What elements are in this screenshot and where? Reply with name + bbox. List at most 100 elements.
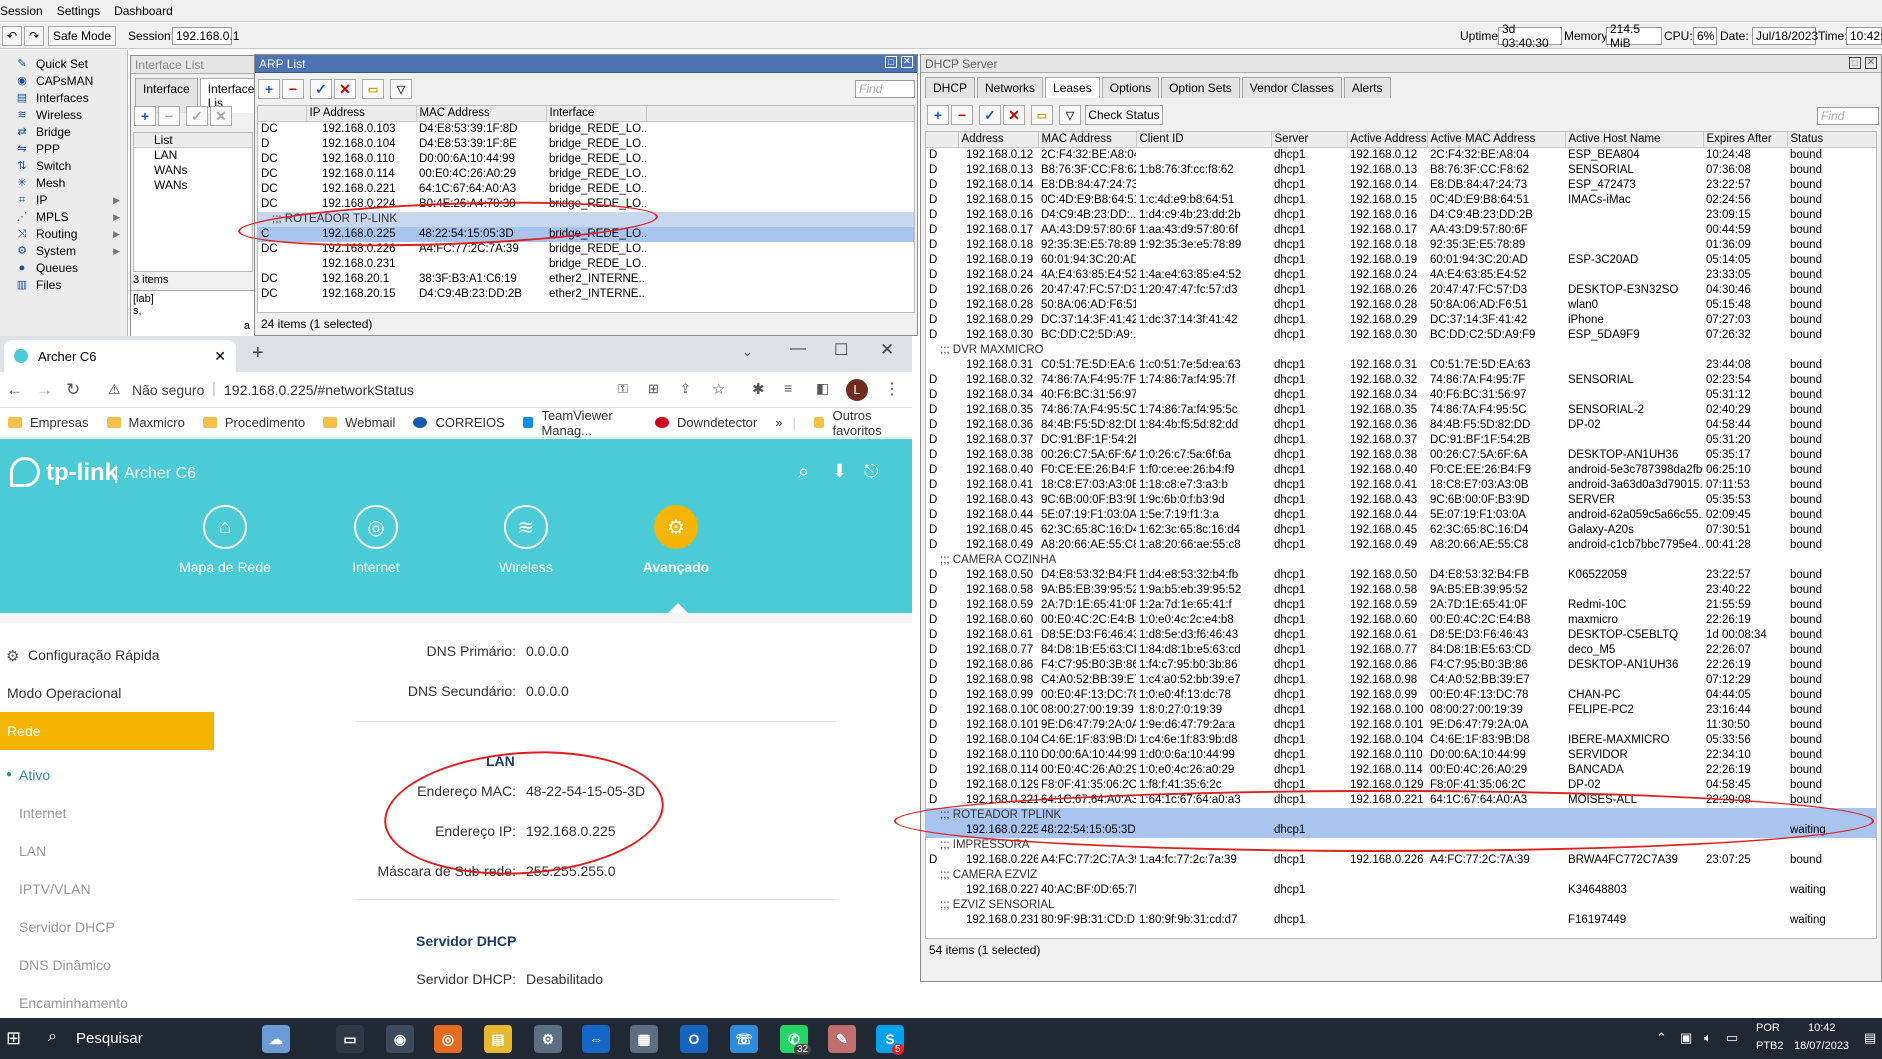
col-active-host-name[interactable]: Active Host Name — [1565, 132, 1704, 148]
table-row[interactable]: 192.168.0.231 80:9F:9B:31:CD:D7 1:80:9f:9b… — [926, 913, 1876, 928]
table-row[interactable]: D 192.168.0.86 F4:C7:95:B0:3B:86 1:f4:c7:95… — [926, 658, 1876, 673]
col-expires-after[interactable]: Expires After — [1703, 132, 1788, 148]
table-row[interactable]: DC 192.168.0.114 00:E0:4C:26:A0:29 bridge_R… — [258, 167, 914, 182]
table-row[interactable]: D 192.168.0.101 9E:D6:47:79:2A:0A 1:9e:d6:4… — [926, 718, 1876, 733]
col-flags[interactable] — [258, 106, 307, 122]
table-row[interactable]: D 192.168.0.13 B8:76:3F:CC:F8:62 1:b8:76:3f… — [926, 163, 1876, 178]
col-mac[interactable]: MAC Address — [416, 106, 547, 122]
side-operation-mode[interactable]: Modo Operacional — [7, 685, 121, 701]
table-row[interactable]: D 192.168.0.58 9A:B5:EB:39:95:52 1:9a:b5:eb… — [926, 583, 1876, 598]
bookmark-empresas[interactable]: Empresas — [8, 415, 89, 430]
col-address[interactable]: Address — [958, 132, 1039, 148]
tab-networks[interactable]: Networks — [977, 77, 1044, 98]
col-active-address[interactable]: Active Address — [1347, 132, 1428, 148]
table-row[interactable]: D 192.168.0.14 E8:DB:84:47:24:73 dhcp1 192.1… — [926, 178, 1876, 193]
disable-icon[interactable]: ✕ — [334, 79, 356, 99]
side-dhcp-server[interactable]: Servidor DHCP — [19, 919, 115, 935]
table-row[interactable]: DC 192.168.0.103 D4:E8:53:39:1F:8D bridge_R… — [258, 122, 914, 138]
section-row[interactable]: ;;; EZVIZ SENSORIAL — [926, 898, 1876, 913]
table-row[interactable]: D 192.168.0.40 F0:CE:EE:26:B4:F9 1:f0:ce:ee… — [926, 463, 1876, 478]
table-row[interactable]: D 192.168.0.59 2A:7D:1E:65:41:0F 1:2a:7d:1e… — [926, 598, 1876, 613]
side-iptv[interactable]: IPTV/VLAN — [19, 881, 91, 897]
find-input[interactable]: Find — [855, 80, 915, 98]
section-row[interactable]: ;;; DVR MAXMICRO — [926, 343, 1876, 358]
bookmark-other-favorites[interactable]: Outros favoritos — [813, 408, 902, 438]
bookmark-correios[interactable]: CORREIOS — [413, 415, 505, 430]
table-row[interactable]: D 192.168.0.114 00:E0:4C:26:A0:29 1:0:e0:4c… — [926, 763, 1876, 778]
close-icon[interactable]: ✕ — [880, 340, 894, 360]
tab-close-icon[interactable]: ✕ — [214, 348, 226, 365]
media-icon[interactable]: ≡ — [784, 380, 792, 396]
table-row[interactable]: D 192.168.0.37 DC:91:BF:1F:54:2B dhcp1 192.1… — [926, 433, 1876, 448]
table-row[interactable]: D 192.168.0.16 D4:C9:4B:23:DD:... 1:d4:c9:4… — [926, 208, 1876, 223]
enable-icon[interactable]: ✓ — [186, 106, 208, 126]
safe-mode-button[interactable]: Safe Mode — [48, 26, 116, 46]
col-flags[interactable] — [926, 132, 959, 148]
taskbar-search[interactable]: Pesquisar — [76, 1030, 143, 1047]
more-bookmarks-icon[interactable]: » — [775, 415, 782, 430]
table-row[interactable]: D 192.168.0.36 84:4B:F5:5D:82:DD 1:84:4b:f5… — [926, 418, 1876, 433]
table-row[interactable]: D 192.168.0.226 A4:FC:77:2C:7A:39 1:a4:fc:7… — [926, 853, 1876, 868]
bookmark-maxmicro[interactable]: Maxmicro — [106, 415, 185, 430]
table-row[interactable]: D 192.168.0.61 D8:5E:D3:F6:46:43 1:d8:5e:d3… — [926, 628, 1876, 643]
maximize-icon[interactable]: □ — [885, 56, 897, 68]
table-row[interactable]: 192.168.0.227 40:AC:BF:0D:65:7F dhcp1 K3464… — [926, 883, 1876, 898]
add-icon[interactable]: + — [134, 106, 156, 126]
task-view-icon[interactable]: ▭ — [336, 1025, 364, 1053]
table-row[interactable]: DC 192.168.0.110 D0:00:6A:10:44:99 bridge_R… — [258, 152, 914, 167]
table-row[interactable]: DC 192.168.20.1 38:3F:B3:A1:C6:19 ether2_IN… — [258, 272, 914, 287]
table-row[interactable]: D 192.168.0.29 DC:37:14:3F:41:42 1:dc:37:14… — [926, 313, 1876, 328]
forward-icon[interactable]: → — [36, 380, 53, 400]
col-client-id[interactable]: Client ID — [1136, 132, 1272, 148]
table-row[interactable]: D 192.168.0.35 74:86:7A:F4:95:5C 1:74:86:7a… — [926, 403, 1876, 418]
winbox-icon[interactable]: ⚙ — [534, 1025, 562, 1053]
side-ativo[interactable]: Ativo — [19, 767, 50, 783]
undo-icon[interactable]: ↶ — [2, 26, 22, 46]
chrome-icon[interactable]: ◉ — [386, 1025, 414, 1053]
disable-icon[interactable]: ✕ — [1003, 105, 1025, 125]
col-server[interactable]: Server — [1271, 132, 1348, 148]
paint-icon[interactable]: ✎ — [828, 1025, 856, 1053]
lang-line2[interactable]: PTB2 — [1756, 1040, 1784, 1052]
reload-icon[interactable]: ↻ — [66, 380, 80, 400]
comment-icon[interactable]: ▭ — [362, 79, 384, 99]
battery-icon[interactable]: ▭ — [1726, 1030, 1738, 1046]
table-row[interactable]: DC 192.168.0.221 64:1C:67:64:A0:A3 bridge_R… — [258, 182, 914, 197]
not-secure-label[interactable]: Não seguro — [132, 382, 204, 398]
col-interface[interactable]: Interface — [546, 106, 647, 122]
remove-icon[interactable]: − — [158, 106, 180, 126]
maximize-icon[interactable]: □ — [1849, 57, 1861, 69]
remove-icon[interactable]: − — [951, 105, 973, 125]
extensions-icon[interactable]: ✱ — [752, 380, 765, 398]
menu-dashboard[interactable]: Dashboard — [114, 4, 173, 18]
table-row[interactable]: D 192.168.0.24 4A:E4:63:85:E4:52 1:4a:e4:63… — [926, 268, 1876, 283]
table-row[interactable]: 192.168.0.31 C0:51:7E:5D:EA:63 1:c0:51:7e:… — [926, 358, 1876, 373]
wireless-icon[interactable]: ≋ — [504, 505, 548, 549]
share-icon[interactable]: ⇪ — [680, 381, 691, 397]
new-tab-icon[interactable]: + — [252, 342, 264, 365]
table-row[interactable]: D 192.168.0.19 60:01:94:3C:20:AD dhcp1 192.1… — [926, 253, 1876, 268]
search-icon[interactable]: ⌕ — [48, 1028, 57, 1046]
sidepanel-icon[interactable]: ◧ — [816, 380, 829, 397]
side-lan[interactable]: LAN — [19, 843, 46, 859]
col-ip[interactable]: IP Address — [306, 106, 417, 122]
tab-alerts[interactable]: Alerts — [1343, 77, 1391, 98]
side-rede[interactable]: Rede — [7, 723, 40, 739]
tab-option-sets[interactable]: Option Sets — [1161, 77, 1240, 98]
bookmark-teamviewer-manag-[interactable]: TeamViewer Manag... — [522, 408, 637, 438]
restore-icon[interactable]: ☐ — [834, 340, 848, 360]
table-row[interactable]: D 192.168.0.104 C4:6E:1F:83:9B:D8 1:c4:6e:1… — [926, 733, 1876, 748]
table-row[interactable]: D 192.168.0.44 5E:07:19:F1:03:0A 1:5e:7:19:… — [926, 508, 1876, 523]
advanced-icon[interactable]: ⚙ — [654, 505, 698, 549]
url-text[interactable]: 192.168.0.225/#networkStatus — [224, 382, 414, 398]
enable-icon[interactable]: ✓ — [979, 105, 1001, 125]
firefox-icon[interactable]: ◎ — [434, 1025, 462, 1053]
table-row[interactable]: D 192.168.0.77 84:D8:1B:E5:63:CD 1:84:d8:1b… — [926, 643, 1876, 658]
table-row[interactable]: D 192.168.0.41 18:C8:E7:03:A3:0B 1:18:c8:e7… — [926, 478, 1876, 493]
table-row[interactable]: 192.168.0.231 bridge_REDE_LO... — [258, 257, 914, 272]
comment-icon[interactable]: ▭ — [1031, 105, 1053, 125]
table-row[interactable]: D 192.168.0.26 20:47:47:FC:57:D3 1:20:47:47… — [926, 283, 1876, 298]
start-icon[interactable]: ⊞ — [6, 1028, 21, 1049]
lang-line1[interactable]: POR — [1756, 1022, 1780, 1034]
tab-dhcp[interactable]: DHCP — [925, 77, 976, 98]
